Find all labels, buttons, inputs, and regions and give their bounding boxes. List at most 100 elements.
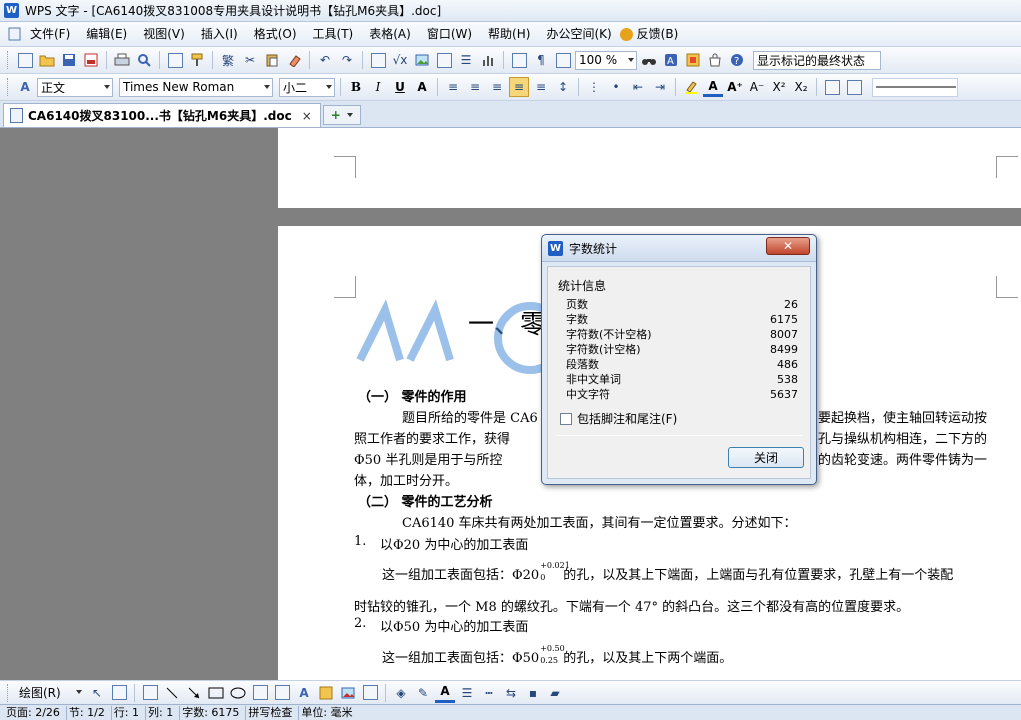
border-style-select[interactable] [872,77,958,97]
menu-edit[interactable]: 编辑(E) [78,23,135,45]
numbering-icon[interactable]: ⋮ [584,77,604,97]
increase-indent-icon[interactable]: ⇥ [650,77,670,97]
new-document-icon[interactable] [15,50,35,70]
align-right-icon[interactable]: ≡ [487,77,507,97]
distributed-icon[interactable]: ≡ [531,77,551,97]
save-icon[interactable] [59,50,79,70]
highlight-icon[interactable] [681,77,701,97]
print-preview-icon[interactable] [134,50,154,70]
shading-icon[interactable] [844,77,864,97]
new-tab-button[interactable]: + [322,105,361,125]
table-grid-icon[interactable] [368,50,388,70]
font-select[interactable]: Times New Roman [119,77,273,97]
align-center-icon[interactable]: ≡ [465,77,485,97]
subscript-icon[interactable]: X₂ [791,77,811,97]
char-shading-icon[interactable]: A [412,77,432,97]
dash-style-icon[interactable]: ┅ [479,683,499,703]
close-icon[interactable]: ✕ [766,237,810,255]
toolbar-grip[interactable] [7,51,10,69]
print-icon[interactable] [112,50,132,70]
status-spell-check[interactable]: 拼写检查 [246,705,300,720]
font-size-select[interactable]: 小二 [279,77,335,97]
tab-document[interactable]: CA6140拨叉83100...书【钻孔M6夹具】.doc × [3,103,321,127]
decrease-indent-icon[interactable]: ⇤ [628,77,648,97]
chart-icon[interactable] [478,50,498,70]
underline-icon[interactable]: U [390,77,410,97]
menu-file[interactable]: 文件(F) [22,23,78,45]
include-footnotes-checkbox[interactable]: 包括脚注和尾注(F) [560,410,677,427]
style-select[interactable]: 正文 [37,77,113,97]
zoom-select[interactable]: 100 % [575,50,637,70]
close-button[interactable]: 关闭 [728,447,804,468]
document-area[interactable]: 一、零 （一） 零件的作用 题目所给的零件是 CA6 要起换档，使主轴回转运动按… [0,128,1021,680]
line-spacing-icon[interactable]: ↕ [553,77,573,97]
paste-icon[interactable] [262,50,282,70]
formula-icon[interactable]: √x [390,50,410,70]
draw-menu-button[interactable]: 绘图(R) [15,683,85,702]
undo-icon[interactable]: ↶ [315,50,335,70]
styles-icon[interactable]: A [15,77,35,97]
textbox-icon[interactable] [250,683,270,703]
italic-icon[interactable]: I [368,77,388,97]
toolbar-grip[interactable] [7,78,10,96]
shadow-icon[interactable]: ▪ [523,683,543,703]
menu-help[interactable]: 帮助(H) [480,23,538,45]
autoshapes-icon[interactable] [140,683,160,703]
pdf-export-icon[interactable] [81,50,101,70]
close-tab-icon[interactable]: × [302,109,312,123]
draw-font-color-icon[interactable]: A [435,683,455,703]
menu-format[interactable]: 格式(O) [246,23,305,45]
arrow-icon[interactable] [184,683,204,703]
justify-icon[interactable]: ≡ [509,77,529,97]
open-folder-icon[interactable] [37,50,57,70]
menu-table[interactable]: 表格(A) [361,23,419,45]
help-icon[interactable]: ? [727,50,747,70]
menu-view[interactable]: 视图(V) [135,23,193,45]
select-objects-icon[interactable] [109,683,129,703]
menu-feedback[interactable]: 反馈(B) [635,23,687,45]
bullets-icon[interactable]: • [606,77,626,97]
insert-textbox-icon[interactable] [434,50,454,70]
status-page[interactable]: 页面: 2/26 [4,705,67,720]
markup-mode-select[interactable]: 显示标记的最终状态 [753,50,881,70]
insert-picture-icon[interactable] [412,50,432,70]
show-hide-marks-icon[interactable]: ¶ [531,50,551,70]
line-color-icon[interactable]: ✎ [413,683,433,703]
menu-doc-icon[interactable] [8,27,22,41]
menu-office-space[interactable]: 办公空间(K) [538,23,619,45]
shrink-font-icon[interactable]: A⁻ [747,77,767,97]
template-icon[interactable] [683,50,703,70]
diagram-icon[interactable] [360,683,380,703]
checkbox-box[interactable] [560,412,572,425]
3d-icon[interactable]: ▰ [545,683,565,703]
status-words[interactable]: 字数: 6175 [180,705,247,720]
borders-icon[interactable] [822,77,842,97]
translate-icon[interactable]: A [661,50,681,70]
line-style-icon[interactable]: ☰ [457,683,477,703]
menu-window[interactable]: 窗口(W) [419,23,480,45]
document-map-icon[interactable] [509,50,529,70]
rectangle-icon[interactable] [206,683,226,703]
insert-table-icon[interactable] [165,50,185,70]
font-color-icon[interactable]: A [703,77,723,97]
full-screen-icon[interactable] [553,50,573,70]
columns-icon[interactable]: ☰ [456,50,476,70]
cut-icon[interactable]: ✂ [240,50,260,70]
toolbar-grip[interactable] [7,683,10,702]
dialog-title-bar[interactable]: W 字数统计 ✕ [542,235,816,262]
redo-icon[interactable]: ↷ [337,50,357,70]
menu-insert[interactable]: 插入(I) [193,23,246,45]
arrow-style-icon[interactable]: ⇆ [501,683,521,703]
align-left-icon[interactable]: ≡ [443,77,463,97]
ellipse-icon[interactable] [228,683,248,703]
line-icon[interactable] [162,683,182,703]
clipart-icon[interactable] [316,683,336,703]
format-painter-icon[interactable] [187,50,207,70]
shopping-bag-icon[interactable] [705,50,725,70]
bold-icon[interactable]: B [346,77,366,97]
vertical-textbox-icon[interactable] [272,683,292,703]
wordart-icon[interactable]: A [294,683,314,703]
select-pointer-icon[interactable]: ↖ [87,683,107,703]
simplified-traditional-icon[interactable]: 繁 [218,50,238,70]
superscript-icon[interactable]: X² [769,77,789,97]
